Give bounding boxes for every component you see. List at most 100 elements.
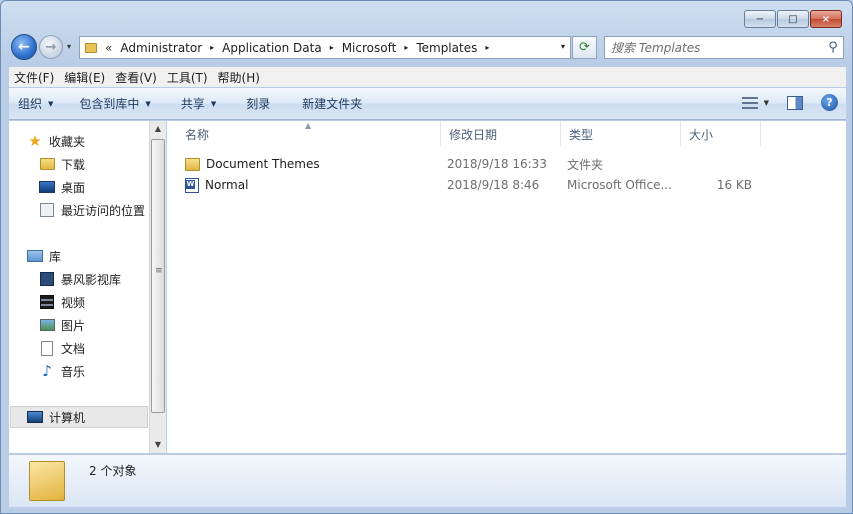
address-bar[interactable]: « Administrator ▸ Application Data ▸ Mic…: [79, 36, 571, 59]
desktop-icon: [39, 179, 55, 195]
breadcrumb-application-data[interactable]: Application Data ▸: [222, 41, 342, 55]
pictures-icon: [39, 317, 55, 333]
word-template-icon: [185, 177, 199, 193]
nav-libraries[interactable]: 库: [27, 246, 61, 266]
minimize-button[interactable]: −: [744, 10, 776, 28]
column-header-type[interactable]: 类型: [561, 121, 681, 147]
file-row[interactable]: Document Themes 2018/9/18 16:33 文件夹: [167, 154, 846, 174]
organize-label: 组织: [18, 97, 43, 111]
burn-button[interactable]: 刻录: [237, 95, 279, 112]
recent-pages-dropdown[interactable]: ▾: [67, 42, 71, 51]
nav-label: 计算机: [49, 410, 86, 425]
breadcrumb-label: Microsoft: [341, 40, 397, 55]
navigation-scrollbar[interactable]: ▲ ≡ ▼: [149, 121, 166, 453]
explorer-window: − □ × ← → ▾ « Administrator ▸ Applicatio…: [0, 0, 853, 514]
scroll-down-button[interactable]: ▼: [150, 437, 166, 453]
nav-label: 音乐: [61, 364, 86, 379]
command-bar: 组织 ▼ 包含到库中 ▼ 共享 ▼ 刻录 新建文件夹 ▼ ?: [9, 88, 846, 120]
breadcrumb-label: Templates: [416, 40, 478, 55]
breadcrumb-label: Application Data: [222, 40, 322, 55]
back-button[interactable]: ←: [11, 34, 37, 60]
nav-computer[interactable]: 计算机: [27, 407, 85, 427]
recent-places-icon: [39, 202, 55, 218]
breadcrumb-separator-icon[interactable]: ▸: [330, 43, 334, 52]
column-header-name[interactable]: 名称: [177, 121, 441, 147]
menu-view[interactable]: 查看(V): [110, 69, 162, 86]
breadcrumb-templates[interactable]: Templates ▸: [416, 41, 497, 55]
file-type: 文件夹: [567, 157, 604, 172]
refresh-button[interactable]: ⟳: [572, 36, 597, 59]
breadcrumb-separator-icon[interactable]: ▸: [210, 43, 214, 52]
item-count: 2 个对象: [89, 464, 137, 478]
grip-icon: ≡: [155, 266, 163, 276]
preview-pane-icon[interactable]: [787, 95, 803, 110]
address-dropdown-button[interactable]: ▾: [561, 42, 565, 51]
view-dropdown-icon[interactable]: ▼: [764, 99, 769, 107]
nav-item-recent-places[interactable]: 最近访问的位置: [39, 200, 145, 220]
menu-tools[interactable]: 工具(T): [162, 69, 213, 86]
scroll-thumb[interactable]: ≡: [151, 139, 165, 413]
forward-button[interactable]: →: [39, 35, 63, 59]
include-in-library-label: 包含到库中: [79, 97, 140, 111]
column-header-label: 名称: [185, 127, 210, 142]
nav-favorites[interactable]: ★ 收藏夹: [27, 131, 85, 151]
nav-item-media-library[interactable]: 暴风影视库: [39, 269, 121, 289]
nav-label: 文档: [61, 341, 86, 356]
search-icon[interactable]: ⚲: [823, 40, 843, 55]
include-in-library-button[interactable]: 包含到库中 ▼: [70, 95, 159, 112]
maximize-button[interactable]: □: [777, 10, 809, 28]
chevron-down-icon: ▼: [210, 99, 217, 108]
nav-item-videos[interactable]: 视频: [39, 292, 85, 312]
breadcrumb-separator-icon[interactable]: ▸: [404, 43, 408, 52]
menu-bar: 文件(F) 编辑(E) 查看(V) 工具(T) 帮助(H): [9, 67, 846, 87]
videos-icon: [39, 294, 55, 310]
nav-item-downloads[interactable]: 下载: [39, 154, 85, 174]
nav-item-music[interactable]: ♪ 音乐: [39, 361, 85, 381]
nav-label: 视频: [61, 295, 86, 310]
column-header-size[interactable]: 大小: [681, 121, 761, 147]
chevron-down-icon: ▼: [48, 99, 54, 108]
file-list-pane: ▲ 名称 修改日期 类型 大小 Document Themes 2018/9/1…: [167, 121, 846, 453]
nav-item-documents[interactable]: 文档: [39, 338, 85, 358]
organize-button[interactable]: 组织 ▼: [9, 95, 62, 112]
burn-label: 刻录: [246, 97, 271, 111]
column-header-date[interactable]: 修改日期: [441, 121, 561, 147]
close-button[interactable]: ×: [810, 10, 842, 28]
computer-icon: [27, 409, 43, 425]
file-row[interactable]: Normal 2018/9/18 8:46 Microsoft Office..…: [167, 175, 846, 195]
documents-icon: [39, 340, 55, 356]
music-icon: ♪: [42, 362, 52, 380]
nav-item-desktop[interactable]: 桌面: [39, 177, 85, 197]
new-folder-button[interactable]: 新建文件夹: [293, 95, 371, 112]
menu-edit[interactable]: 编辑(E): [59, 69, 110, 86]
chevron-down-icon: ▼: [145, 99, 151, 108]
column-header-label: 类型: [569, 127, 594, 142]
nav-label: 库: [49, 249, 62, 264]
view-options-icon[interactable]: [741, 96, 758, 109]
nav-label: 收藏夹: [49, 134, 86, 149]
search-box[interactable]: ⚲: [604, 36, 844, 59]
scroll-up-button[interactable]: ▲: [150, 121, 166, 137]
breadcrumb-label: Administrator: [120, 40, 203, 55]
nav-label: 暴风影视库: [61, 272, 122, 287]
breadcrumb-separator-icon[interactable]: ▸: [485, 43, 489, 52]
folder-icon: [29, 461, 65, 501]
help-icon[interactable]: ?: [821, 94, 838, 111]
breadcrumb-microsoft[interactable]: Microsoft ▸: [342, 41, 417, 55]
search-input[interactable]: [611, 40, 823, 55]
navigation-bar: ← → ▾ « Administrator ▸ Application Data…: [1, 34, 852, 60]
folder-icon: [185, 157, 200, 171]
menu-help[interactable]: 帮助(H): [213, 69, 265, 86]
nav-label: 桌面: [61, 180, 86, 195]
details-pane: 2 个对象: [9, 454, 846, 507]
nav-item-pictures[interactable]: 图片: [39, 315, 85, 335]
file-size: 16 KB: [716, 178, 752, 192]
breadcrumb-administrator[interactable]: Administrator ▸: [120, 41, 222, 55]
menu-file[interactable]: 文件(F): [9, 69, 59, 86]
address-overflow-button[interactable]: «: [105, 41, 112, 55]
column-header-label: 大小: [689, 127, 714, 142]
file-size: [687, 154, 752, 174]
share-button[interactable]: 共享 ▼: [172, 95, 225, 112]
column-header-label: 修改日期: [449, 127, 498, 142]
libraries-icon: [27, 248, 43, 264]
